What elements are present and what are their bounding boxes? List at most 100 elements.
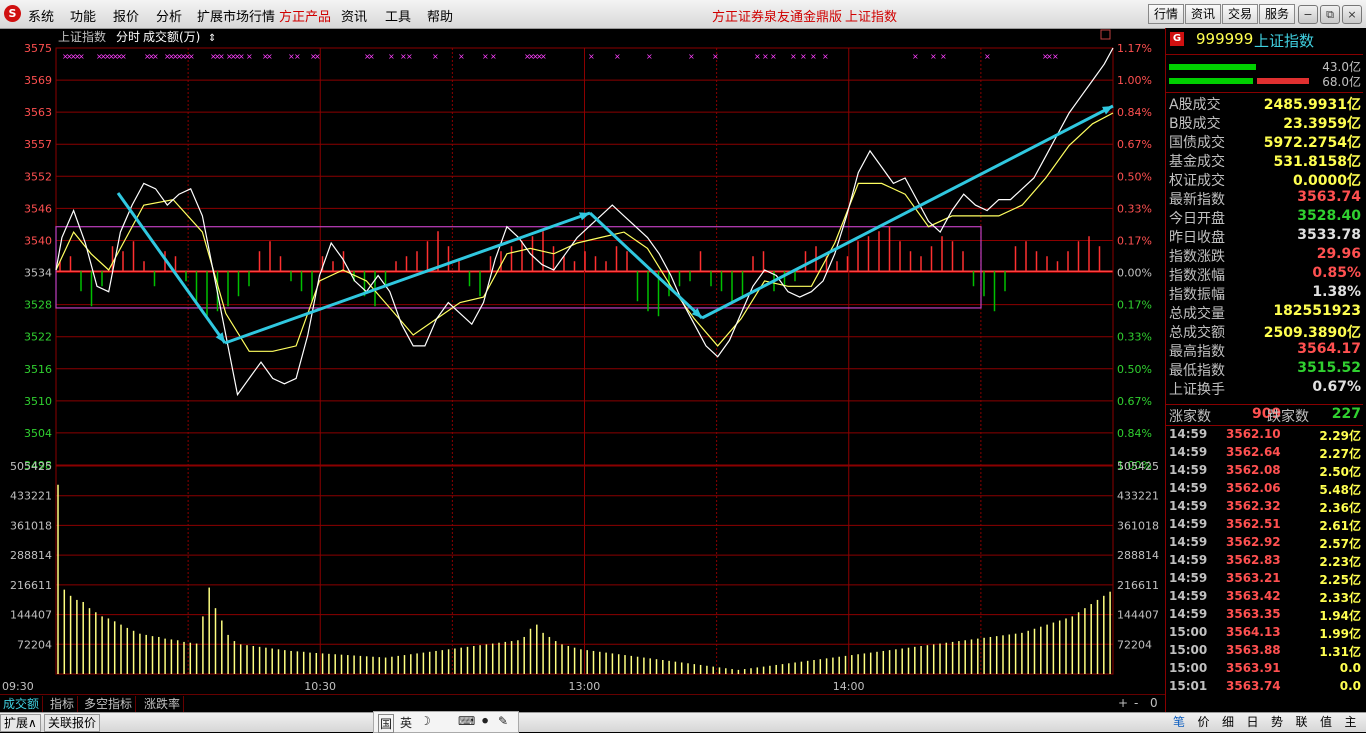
stat-value: 3564.17: [1297, 341, 1361, 357]
stat-value: 0.0000亿: [1292, 173, 1361, 189]
price-tick-label: 3546: [24, 202, 52, 215]
price-tick-label: 3528: [24, 299, 52, 312]
pct-tick-label: 0.17%: [1117, 299, 1152, 312]
close-icon[interactable]: ×: [1342, 5, 1362, 24]
service-button[interactable]: 服务: [1259, 4, 1295, 24]
tick-price: 3562.51: [1226, 517, 1281, 531]
indicator-tab-bar: 成交额 指标 多空指标 涨跌率 + - 0: [0, 694, 1165, 713]
zoom-reset-button[interactable]: 0: [1150, 696, 1158, 710]
tick-row: 15:01 3563.74 0.0: [1166, 679, 1363, 697]
tick-row: 15:00 3563.91 0.0: [1166, 661, 1363, 679]
detail-tab-3[interactable]: 日: [1242, 714, 1264, 731]
tick-row: 14:59 3562.10 2.29亿: [1166, 427, 1363, 445]
menu-bar: S 系统 功能 报价 分析 扩展市场行情 方正产品 资讯 工具 帮助 方正证券泉友通金鼎版 上证…: [0, 0, 1366, 29]
menu-item-5[interactable]: 方正产品: [279, 6, 331, 25]
volume-tick-label-right: 505425: [1117, 460, 1159, 473]
menu-item-0[interactable]: 系统: [28, 6, 54, 25]
ime-lang-icon[interactable]: 英: [400, 714, 412, 731]
index-name: 上证指数: [1254, 32, 1315, 50]
detail-tab-2[interactable]: 细: [1217, 714, 1239, 731]
event-marker: ×: [930, 52, 937, 61]
stat-label: 最高指数: [1169, 344, 1225, 360]
quotes-button[interactable]: 行情: [1148, 4, 1184, 24]
stat-row: 国债成交 5972.2754亿: [1166, 132, 1363, 151]
stat-value: 23.3959亿: [1283, 116, 1361, 132]
intraday-chart[interactable]: ××××× ××××××× ××× ××××××× ××× ×××× × ×× × × ×× ×× × ×…: [0, 28, 1165, 694]
tick-amount: 2.23亿: [1319, 555, 1361, 569]
stat-value: 2485.9931亿: [1263, 97, 1361, 113]
ime-halfwidth-icon[interactable]: ☽: [420, 714, 431, 728]
tick-amount: 2.61亿: [1319, 519, 1361, 533]
stat-value: 531.8158亿: [1273, 154, 1361, 170]
tick-time: 14:59: [1169, 427, 1208, 441]
sell-amount: 68.0亿: [1322, 75, 1361, 89]
chart-maximize-icon[interactable]: [1100, 29, 1111, 40]
indicator-switch-icon[interactable]: ⇕: [208, 33, 216, 44]
indicator-tab-3[interactable]: 涨跌率: [141, 696, 185, 712]
tick-price: 3562.10: [1226, 427, 1281, 441]
chart-title: 上证指数: [58, 29, 106, 44]
tick-time: 14:59: [1169, 463, 1208, 477]
detail-tab-5[interactable]: 联: [1291, 714, 1313, 731]
tick-amount: 1.94亿: [1319, 609, 1361, 623]
ime-tools-icon[interactable]: ✎: [498, 714, 508, 728]
menu-item-8[interactable]: 帮助: [427, 6, 453, 25]
news-button[interactable]: 资讯: [1185, 4, 1221, 24]
trade-button[interactable]: 交易: [1222, 4, 1258, 24]
menu-item-1[interactable]: 功能: [70, 6, 96, 25]
stat-label: 上证换手: [1169, 382, 1225, 398]
minimize-icon[interactable]: −: [1298, 5, 1318, 24]
ime-keyboard-icon[interactable]: ⌨: [458, 714, 475, 728]
indicator-tab-0[interactable]: 成交额: [0, 696, 44, 712]
stat-row: 昨日收盘 3533.78: [1166, 227, 1363, 246]
detail-tab-7[interactable]: 主: [1340, 714, 1362, 731]
time-label: 10:30: [304, 680, 336, 693]
zoom-in-button[interactable]: +: [1118, 696, 1128, 710]
stat-value: 3515.52: [1297, 360, 1361, 376]
expand-button[interactable]: 扩展∧: [0, 714, 41, 732]
tick-row: 14:59 3562.08 2.50亿: [1166, 463, 1363, 481]
stat-label: B股成交: [1169, 116, 1221, 132]
stat-label: 最新指数: [1169, 192, 1225, 208]
related-quotes-tab[interactable]: 关联报价: [44, 714, 101, 732]
tick-amount: 1.31亿: [1319, 645, 1361, 659]
menu-item-2[interactable]: 报价: [113, 6, 139, 25]
stat-row: 权证成交 0.0000亿: [1166, 170, 1363, 189]
ime-mode-icon[interactable]: 国: [378, 714, 395, 733]
chart-indicator[interactable]: 成交额(万): [143, 29, 200, 44]
indicator-tab-2[interactable]: 多空指标: [81, 696, 137, 712]
event-marker: ×: [78, 52, 85, 61]
indicator-tab-1[interactable]: 指标: [47, 696, 79, 712]
chart-mode[interactable]: 分时: [116, 30, 140, 44]
zoom-out-button[interactable]: -: [1134, 696, 1138, 710]
buy-bar: [1169, 64, 1256, 70]
menu-item-6[interactable]: 资讯: [341, 6, 367, 25]
detail-tab-4[interactable]: 势: [1266, 714, 1288, 731]
menu-item-7[interactable]: 工具: [385, 6, 411, 25]
pct-tick-label: 0.67%: [1117, 138, 1152, 151]
price-tick-label: 3540: [24, 234, 52, 247]
menu-item-3[interactable]: 分析: [156, 6, 182, 25]
menu-item-4[interactable]: 扩展市场行情: [197, 6, 275, 25]
tick-row: 15:00 3564.13 1.99亿: [1166, 625, 1363, 643]
tick-price: 3563.88: [1226, 643, 1281, 657]
tick-price: 3562.92: [1226, 535, 1281, 549]
tick-amount: 2.33亿: [1319, 591, 1361, 605]
price-tick-label: 3557: [24, 138, 52, 151]
pct-tick-label: 0.50%: [1117, 170, 1152, 183]
detail-tab-1[interactable]: 价: [1193, 714, 1215, 731]
tick-price: 3564.13: [1226, 625, 1281, 639]
trend-arrow: [588, 211, 704, 320]
tick-time: 15:01: [1169, 679, 1208, 693]
price-tick-label: 3563: [24, 106, 52, 119]
stat-value: 3533.78: [1297, 227, 1361, 243]
detail-tab-0[interactable]: 笔: [1168, 714, 1190, 731]
price-tick-label: 3575: [24, 42, 52, 55]
detail-tab-6[interactable]: 值: [1315, 714, 1337, 731]
pct-tick-label: 0.33%: [1117, 331, 1152, 344]
restore-icon[interactable]: ⧉: [1320, 5, 1340, 24]
app-logo-icon[interactable]: S: [4, 5, 21, 22]
ime-user-icon[interactable]: ⚫: [480, 714, 490, 728]
event-marker: ×: [940, 52, 947, 61]
stat-row: 指数涨跌 29.96: [1166, 246, 1363, 265]
